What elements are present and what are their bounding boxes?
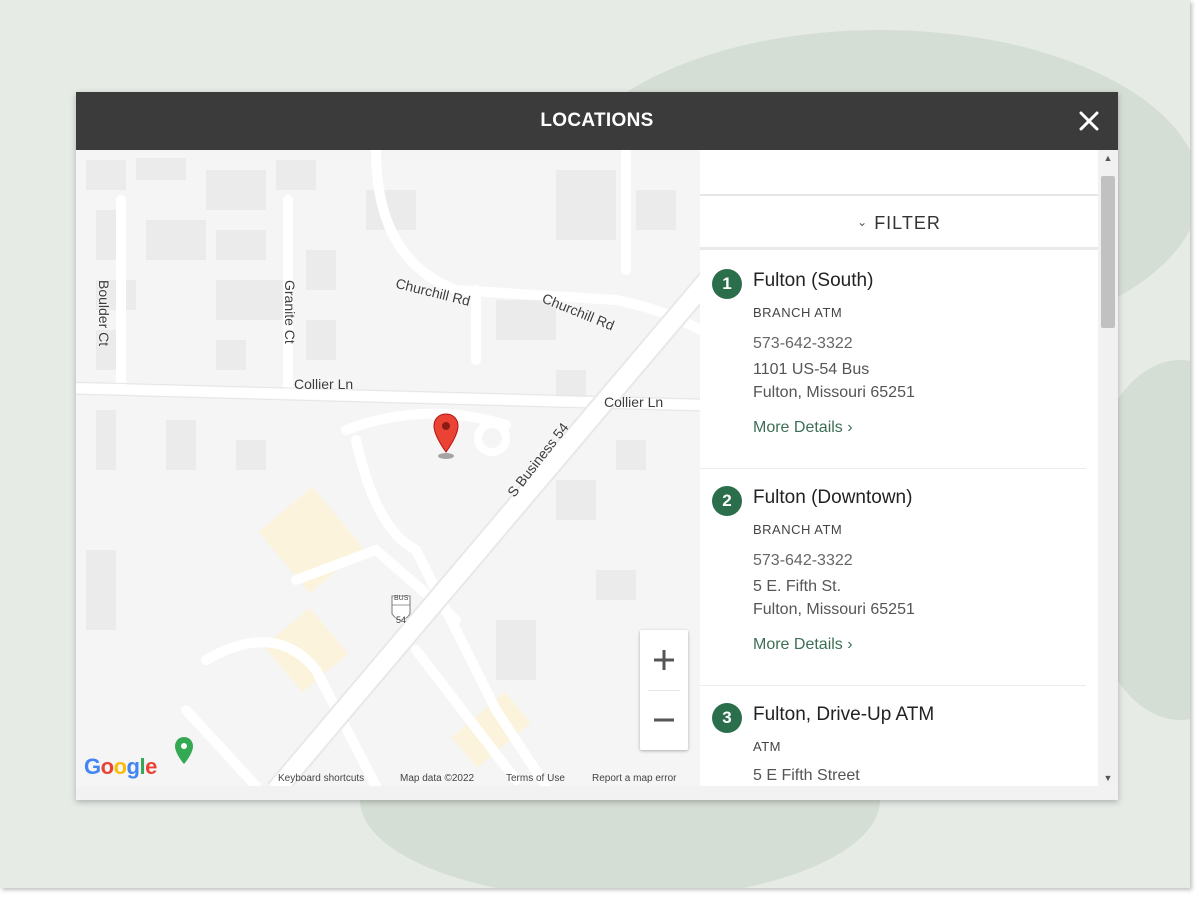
scroll-up-arrow-icon[interactable]: ▲ <box>1098 150 1118 166</box>
close-icon <box>1079 111 1099 131</box>
street-label-collier: Collier Ln <box>294 376 354 392</box>
more-details-link[interactable]: More Details › <box>753 636 853 654</box>
map-data-text: Map data ©2022 <box>400 773 475 784</box>
location-number: 2 <box>712 486 742 516</box>
location-types: ATM <box>753 739 781 754</box>
keyboard-shortcuts-link[interactable]: Keyboard shortcuts <box>278 773 364 784</box>
route-shield-number: 54 <box>396 615 407 625</box>
location-address-line2: Fulton, Missouri 65251 <box>753 384 915 401</box>
location-name[interactable]: Fulton (Downtown) <box>753 487 912 509</box>
scroll-down-arrow-icon[interactable]: ▼ <box>1098 770 1118 786</box>
location-address-line1: 5 E. Fifth St. <box>753 578 842 595</box>
terms-of-use-link[interactable]: Terms of Use <box>506 773 565 784</box>
location-address-line1: 5 E Fifth Street <box>753 767 860 784</box>
filter-row: ⌄ FILTER <box>700 198 1098 250</box>
location-number: 1 <box>712 269 742 299</box>
close-button[interactable] <box>1074 106 1104 136</box>
map[interactable]: BUS 54 Churchill Rd Churchill Rd Collier… <box>76 150 700 786</box>
map-pin-icon[interactable] <box>433 412 459 460</box>
location-types: BRANCH ATM <box>753 305 843 320</box>
zoom-out-button[interactable] <box>640 690 688 750</box>
location-phone[interactable]: 573-642-3322 <box>753 552 853 570</box>
more-details-link[interactable]: More Details › <box>753 419 853 437</box>
minus-icon <box>654 718 674 722</box>
list-header-spacer <box>700 150 1098 196</box>
route-shield-label: BUS <box>394 595 409 602</box>
location-address-line1: 1101 US-54 Bus <box>753 361 870 378</box>
location-name[interactable]: Fulton (South) <box>753 270 873 292</box>
modal-header: LOCATIONS <box>76 92 1118 150</box>
location-item[interactable]: 2 Fulton (Downtown) BRANCH ATM 573-642-3… <box>700 470 1086 686</box>
street-label-collier: Collier Ln <box>604 394 664 410</box>
locations-modal: LOCATIONS BUS 54 Churchill Rd Churchill … <box>76 92 1118 800</box>
location-item[interactable]: 1 Fulton (South) BRANCH ATM 573-642-3322… <box>700 253 1086 469</box>
location-name[interactable]: Fulton, Drive-Up ATM <box>753 704 934 726</box>
report-map-error-link[interactable]: Report a map error <box>592 773 676 784</box>
filter-label: FILTER <box>874 213 941 233</box>
chevron-down-icon: ⌄ <box>857 215 869 229</box>
filter-button[interactable]: ⌄ FILTER <box>857 213 941 234</box>
map-footer: Keyboard shortcuts Map data ©2022 Terms … <box>76 768 700 786</box>
location-address-line2: Fulton, Missouri 65251 <box>753 601 915 618</box>
location-item[interactable]: 3 Fulton, Drive-Up ATM ATM 5 E Fifth Str… <box>700 687 1086 786</box>
map-canvas[interactable] <box>76 150 700 786</box>
locations-list-panel: ⌄ FILTER 1 Fulton (South) BRANCH ATM 573-… <box>700 150 1118 786</box>
map-pin-icon <box>175 737 193 764</box>
location-number: 3 <box>712 703 742 733</box>
street-label-boulder: Boulder Ct <box>96 280 112 347</box>
list-scrollbar[interactable]: ▲ ▼ <box>1098 150 1118 786</box>
zoom-controls <box>640 630 688 750</box>
modal-title: LOCATIONS <box>540 110 654 131</box>
street-label-granite: Granite Ct <box>282 280 298 344</box>
location-phone[interactable]: 573-642-3322 <box>753 335 853 353</box>
plus-icon <box>654 650 674 670</box>
scroll-thumb[interactable] <box>1101 176 1115 328</box>
zoom-in-button[interactable] <box>640 630 688 690</box>
location-types: BRANCH ATM <box>753 522 843 537</box>
